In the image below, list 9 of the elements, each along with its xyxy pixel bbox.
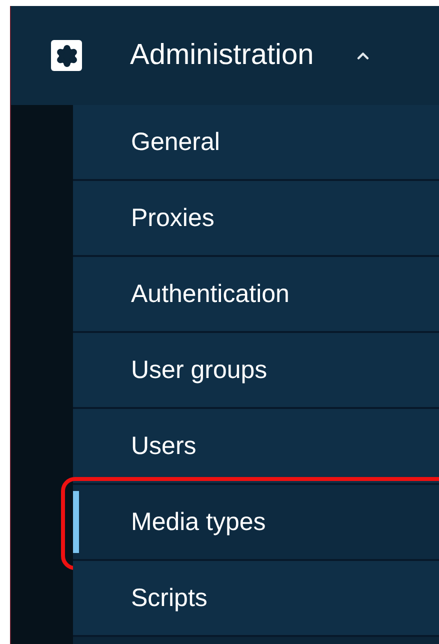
menu-item[interactable]: Scripts	[73, 561, 439, 637]
menu-item[interactable]: User groups	[73, 333, 439, 409]
menu-item[interactable]: Authentication	[73, 257, 439, 333]
menu-item[interactable]: Proxies	[73, 181, 439, 257]
settings-icon	[51, 40, 82, 71]
menu-item[interactable]: General	[73, 105, 439, 181]
menu-title[interactable]: Administration	[130, 41, 314, 70]
menu-item[interactable]: Users	[73, 409, 439, 485]
menu-item[interactable]: Media types	[73, 485, 439, 561]
